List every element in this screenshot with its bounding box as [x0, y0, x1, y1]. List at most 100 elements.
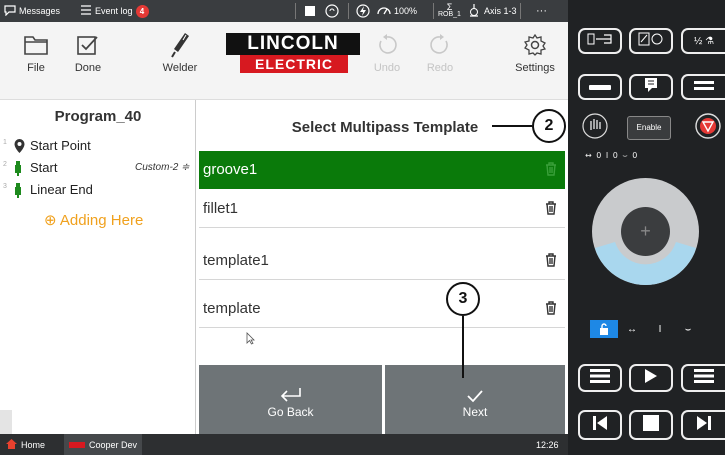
skip-forward-icon — [696, 415, 712, 436]
sigma-icon: Σ — [446, 2, 453, 12]
plus-icon[interactable]: + — [621, 207, 670, 256]
stop-icon[interactable] — [305, 0, 315, 22]
template-name: fillet1 — [203, 200, 239, 217]
enable-button[interactable]: Enable — [627, 116, 671, 140]
trash-icon[interactable] — [545, 301, 557, 319]
play-button[interactable] — [629, 364, 673, 392]
step-back-button[interactable] — [578, 410, 622, 440]
chat-icon — [4, 4, 16, 18]
hand-icon[interactable] — [582, 112, 608, 145]
program-line[interactable]: 3 Linear End — [0, 179, 196, 201]
horizontal-arrow-icon[interactable]: ↔ — [618, 320, 646, 338]
stop-button[interactable] — [629, 410, 673, 440]
logo-line2: ELECTRIC — [240, 55, 348, 73]
menu-icon — [694, 368, 714, 388]
undo-label: Undo — [373, 62, 401, 74]
template-name: groove1 — [203, 161, 258, 178]
divider — [295, 3, 296, 19]
multipass-template-dialog: Select Multipass Template groove1 fillet… — [197, 100, 568, 434]
undo-button[interactable]: Undo — [359, 28, 415, 74]
trash-icon[interactable] — [545, 162, 557, 180]
next-label: Next — [462, 405, 488, 419]
custom-setting[interactable]: Custom-2 ≑ — [135, 162, 190, 173]
welder-button[interactable]: Welder — [152, 28, 208, 74]
redo-label: Redo — [426, 62, 454, 74]
divider — [433, 3, 434, 19]
done-button[interactable]: Done — [60, 28, 116, 74]
mouse-cursor-icon — [246, 332, 255, 350]
divider — [520, 3, 521, 19]
settings-button[interactable]: Settings — [507, 28, 563, 74]
play-icon — [644, 368, 658, 389]
settings-label: Settings — [515, 62, 555, 74]
file-label: File — [27, 62, 45, 74]
template-row-template1[interactable]: template1 — [199, 242, 565, 280]
pendant-button[interactable] — [629, 74, 673, 100]
tool-icon — [587, 32, 613, 51]
line-label: Start — [30, 160, 58, 175]
pendant-speed-button[interactable]: ½ ⚗ — [681, 28, 725, 54]
more-button[interactable]: ··· — [536, 0, 547, 22]
scrollbar[interactable] — [0, 410, 12, 434]
robot-selector[interactable]: Σ ROB_1 — [438, 0, 461, 22]
trash-icon[interactable] — [545, 253, 557, 271]
note-icon — [644, 77, 658, 98]
program-line[interactable]: 1 Start Point — [0, 135, 196, 157]
template-row-groove1[interactable]: groove1 — [199, 151, 565, 189]
event-log-button[interactable]: Event log 4 — [80, 0, 149, 22]
speed-setting[interactable]: 100% — [377, 0, 417, 22]
pendant-button[interactable] — [681, 74, 725, 100]
vertical-axis-icon[interactable]: I — [646, 320, 674, 338]
return-arrow-icon — [199, 365, 382, 405]
pendant-button[interactable] — [578, 74, 622, 100]
gauge-icon — [377, 4, 391, 18]
pendant-menu-button[interactable] — [681, 364, 725, 392]
template-name: template1 — [203, 252, 269, 269]
location-pin-icon — [14, 139, 25, 156]
home-icon — [6, 438, 17, 451]
axis-label: Axis 1-3 — [484, 6, 517, 16]
emergency-stop-icon[interactable] — [695, 113, 721, 144]
step-forward-button[interactable] — [681, 410, 725, 440]
callout-3: 3 — [446, 282, 480, 316]
pendant-list-button[interactable] — [578, 364, 622, 392]
trash-icon[interactable] — [545, 201, 557, 219]
torch-icon — [14, 161, 22, 179]
minus-icon — [589, 78, 611, 96]
axis-selector[interactable]: Axis 1-3 — [467, 0, 517, 22]
line-number: 3 — [3, 183, 7, 190]
callout-2-leader — [492, 125, 532, 127]
messages-label: Messages — [19, 6, 61, 16]
messages-button[interactable]: Messages — [4, 0, 60, 22]
program-panel: Program_40 1 Start Point 2 Start Custom-… — [0, 100, 196, 434]
rotate-icon[interactable]: ⌣ — [674, 320, 702, 338]
lock-icon[interactable] — [590, 320, 618, 338]
robot-label: ROB_1 — [438, 11, 461, 18]
pendant-panel: ½ ⚗ Enable ↔ 0 I 0 ⌣ 0 + ↔ I ⌣ — [568, 0, 725, 455]
spiral-icon[interactable] — [325, 0, 339, 22]
bolt-icon[interactable] — [356, 0, 370, 22]
go-back-button[interactable]: Go Back — [199, 365, 382, 434]
logo-line1: LINCOLN — [226, 33, 360, 55]
pendant-mode-button[interactable] — [629, 28, 673, 54]
file-button[interactable]: File — [8, 28, 64, 74]
home-button[interactable]: Home — [6, 434, 45, 455]
toolbar: File Done Welder LINCOLN ELECTRIC Undo R… — [0, 22, 568, 100]
jog-wheel[interactable]: + — [592, 178, 699, 285]
skip-back-icon — [592, 415, 608, 436]
adding-here-marker[interactable]: ⊕ Adding Here — [44, 211, 143, 229]
next-button[interactable]: Next — [385, 365, 565, 434]
callout-3-leader — [462, 316, 464, 378]
mode-icon — [638, 32, 664, 51]
stop-icon — [643, 414, 659, 436]
line-number: 2 — [3, 161, 7, 168]
axis-readout: ↔ 0 I 0 ⌣ 0 — [585, 151, 639, 160]
app-tab-cooper-dev[interactable]: Cooper Dev — [64, 434, 143, 455]
template-row-template[interactable]: template — [199, 290, 565, 328]
pendant-tool-button[interactable] — [578, 28, 622, 54]
welder-label: Welder — [162, 62, 198, 74]
redo-button[interactable]: Redo — [412, 28, 468, 74]
redo-icon — [412, 28, 468, 62]
program-line[interactable]: 2 Start Custom-2 ≑ — [0, 157, 196, 179]
template-row-fillet1[interactable]: fillet1 — [199, 190, 565, 228]
